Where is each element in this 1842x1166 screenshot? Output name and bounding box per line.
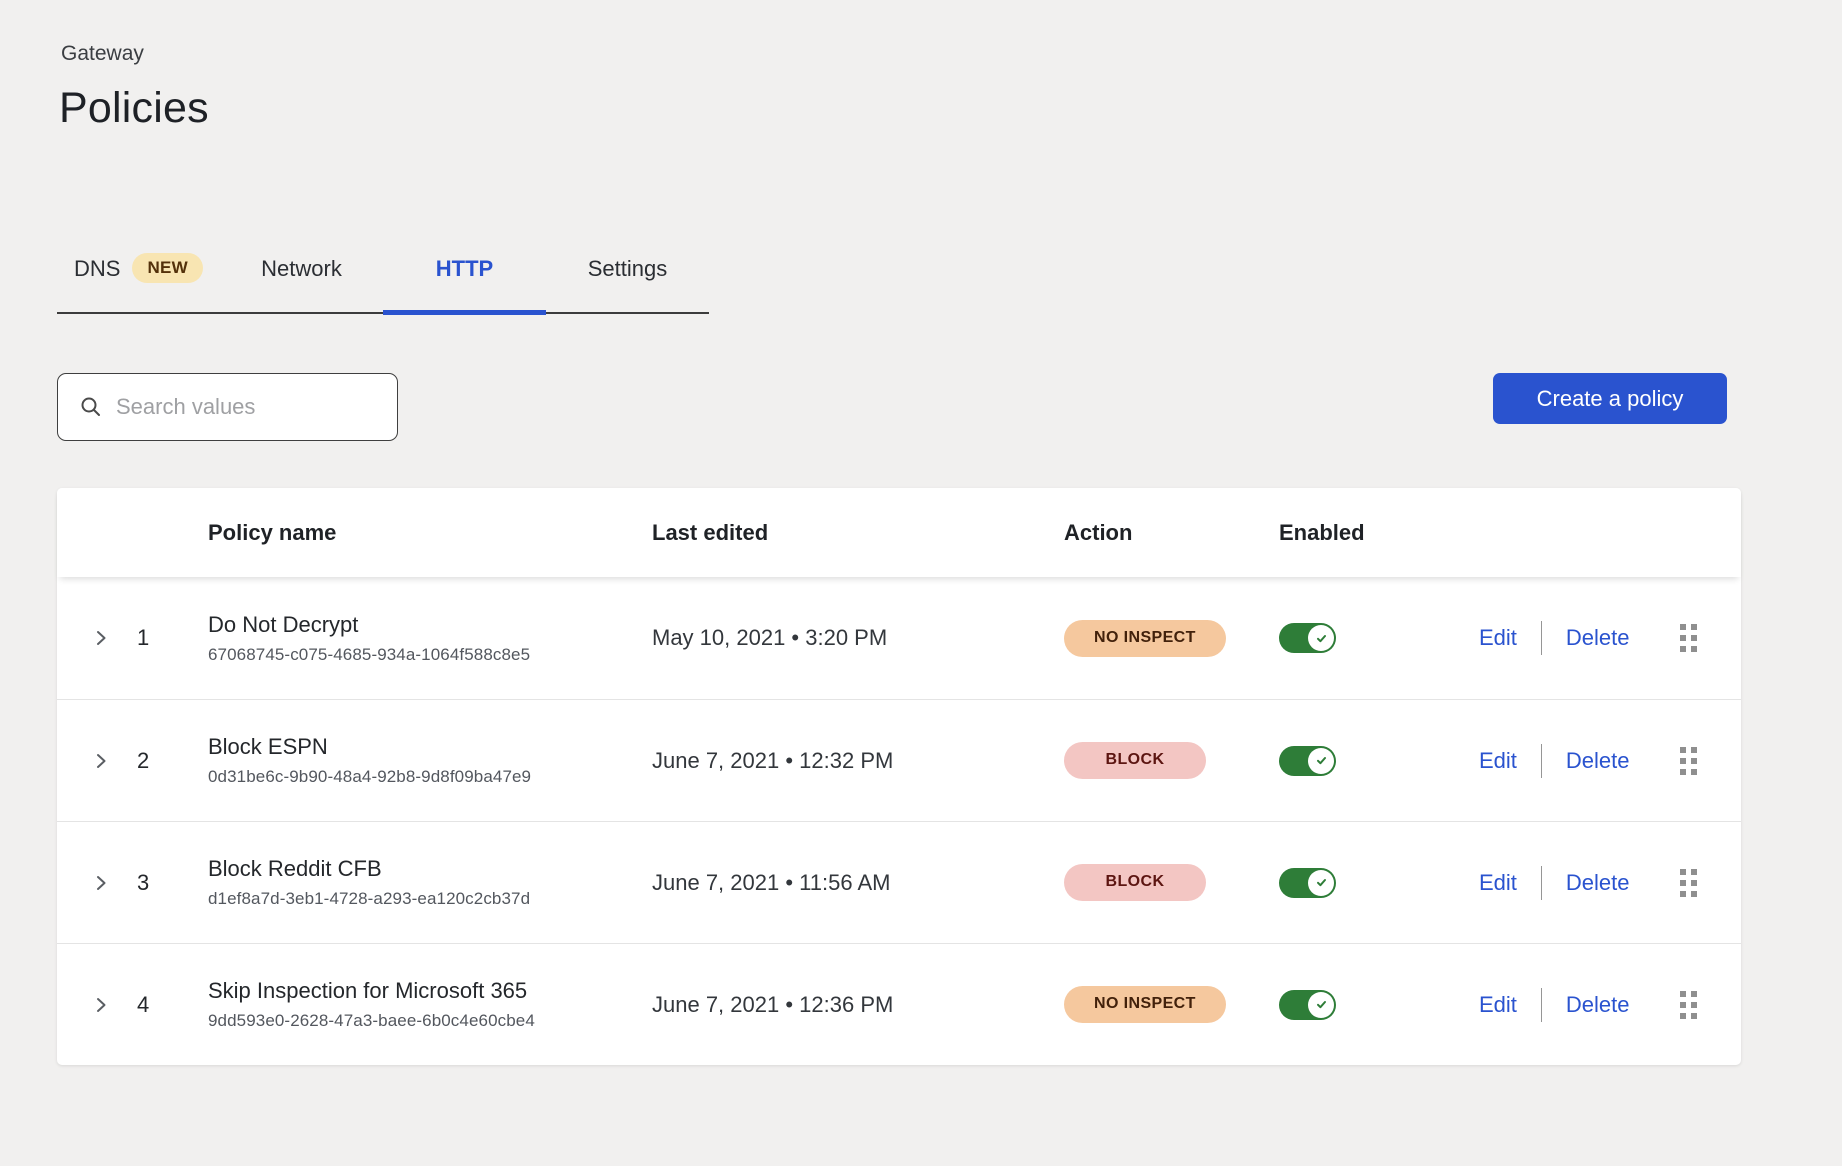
check-icon [1315, 632, 1328, 645]
search-icon [80, 396, 102, 418]
last-edited-value: June 7, 2021 • 12:36 PM [652, 992, 1064, 1018]
policies-table: Policy name Last edited Action Enabled 1… [57, 488, 1741, 1065]
new-badge: NEW [132, 253, 203, 283]
edit-link[interactable]: Edit [1479, 992, 1517, 1018]
tab-settings[interactable]: Settings [546, 243, 709, 312]
check-icon [1315, 998, 1328, 1011]
edit-link[interactable]: Edit [1479, 748, 1517, 774]
delete-link[interactable]: Delete [1566, 870, 1630, 896]
tab-bar: DNS NEW Network HTTP Settings [57, 243, 709, 314]
table-body: 1 Do Not Decrypt 67068745-c075-4685-934a… [57, 577, 1741, 1065]
tab-network[interactable]: Network [220, 243, 383, 312]
drag-handle-icon[interactable] [1680, 869, 1697, 897]
policy-uuid: 9dd593e0-2628-47a3-baee-6b0c4e60cbe4 [208, 1011, 652, 1031]
last-edited-value: May 10, 2021 • 3:20 PM [652, 625, 1064, 651]
tab-dns[interactable]: DNS NEW [57, 243, 220, 312]
drag-handle-icon[interactable] [1680, 991, 1697, 1019]
toggle-knob [1308, 870, 1334, 896]
drag-handle-icon[interactable] [1680, 624, 1697, 652]
table-row: 1 Do Not Decrypt 67068745-c075-4685-934a… [57, 577, 1741, 699]
delete-link[interactable]: Delete [1566, 992, 1630, 1018]
policy-name: Block Reddit CFB [208, 856, 652, 882]
table-row: 4 Skip Inspection for Microsoft 365 9dd5… [57, 943, 1741, 1065]
row-number: 1 [137, 625, 208, 651]
enabled-toggle[interactable] [1279, 623, 1336, 653]
breadcrumb: Gateway [61, 42, 144, 66]
action-badge: NO INSPECT [1064, 986, 1226, 1023]
enabled-toggle[interactable] [1279, 868, 1336, 898]
delete-link[interactable]: Delete [1566, 625, 1630, 651]
link-divider [1541, 744, 1542, 778]
chevron-right-icon[interactable] [91, 751, 111, 771]
tab-http[interactable]: HTTP [383, 243, 546, 312]
tab-settings-label: Settings [588, 254, 668, 284]
last-edited-value: June 7, 2021 • 12:32 PM [652, 748, 1064, 774]
chevron-right-icon[interactable] [91, 995, 111, 1015]
enabled-toggle[interactable] [1279, 746, 1336, 776]
create-policy-button[interactable]: Create a policy [1493, 373, 1727, 424]
column-header-last-edited: Last edited [652, 520, 1064, 546]
chevron-right-icon[interactable] [91, 628, 111, 648]
table-header-row: Policy name Last edited Action Enabled [57, 488, 1741, 577]
policy-uuid: d1ef8a7d-3eb1-4728-a293-ea120c2cb37d [208, 889, 652, 909]
action-badge: BLOCK [1064, 864, 1206, 901]
row-number: 4 [137, 992, 208, 1018]
tab-dns-label: DNS [74, 254, 120, 284]
toggle-knob [1308, 625, 1334, 651]
edit-link[interactable]: Edit [1479, 625, 1517, 651]
toggle-knob [1308, 992, 1334, 1018]
edit-link[interactable]: Edit [1479, 870, 1517, 896]
link-divider [1541, 866, 1542, 900]
last-edited-value: June 7, 2021 • 11:56 AM [652, 870, 1064, 896]
table-row: 2 Block ESPN 0d31be6c-9b90-48a4-92b8-9d8… [57, 699, 1741, 821]
enabled-toggle[interactable] [1279, 990, 1336, 1020]
delete-link[interactable]: Delete [1566, 748, 1630, 774]
column-header-policy-name: Policy name [208, 520, 652, 546]
column-header-action: Action [1064, 520, 1279, 546]
column-header-enabled: Enabled [1279, 520, 1479, 546]
tab-http-label: HTTP [436, 254, 493, 284]
action-badge: BLOCK [1064, 742, 1206, 779]
policy-name: Block ESPN [208, 734, 652, 760]
row-number: 2 [137, 748, 208, 774]
policy-name: Skip Inspection for Microsoft 365 [208, 978, 652, 1004]
chevron-right-icon[interactable] [91, 873, 111, 893]
tab-network-label: Network [261, 254, 342, 284]
toggle-knob [1308, 748, 1334, 774]
page-title: Policies [59, 84, 209, 133]
link-divider [1541, 988, 1542, 1022]
table-row: 3 Block Reddit CFB d1ef8a7d-3eb1-4728-a2… [57, 821, 1741, 943]
search-input[interactable] [116, 394, 366, 420]
policy-uuid: 67068745-c075-4685-934a-1064f588c8e5 [208, 645, 652, 665]
action-badge: NO INSPECT [1064, 620, 1226, 657]
policy-uuid: 0d31be6c-9b90-48a4-92b8-9d8f09ba47e9 [208, 767, 652, 787]
search-box[interactable] [57, 373, 398, 441]
link-divider [1541, 621, 1542, 655]
policy-name: Do Not Decrypt [208, 612, 652, 638]
drag-handle-icon[interactable] [1680, 747, 1697, 775]
check-icon [1315, 754, 1328, 767]
row-number: 3 [137, 870, 208, 896]
check-icon [1315, 876, 1328, 889]
